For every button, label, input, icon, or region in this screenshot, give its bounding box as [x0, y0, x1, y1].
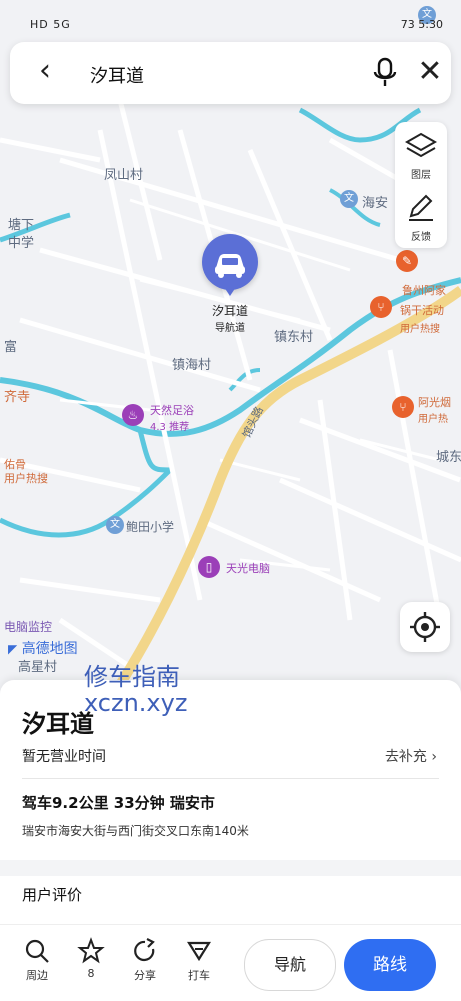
watermark-line2: xczn.xyz: [84, 689, 188, 717]
opening-hours: 暂无营业时间: [22, 749, 106, 765]
watermark: 修车指南 xczn.xyz: [84, 664, 187, 716]
destination-pin[interactable]: [202, 234, 258, 296]
microphone-icon[interactable]: [370, 56, 400, 90]
layers-button[interactable]: 图层: [395, 126, 447, 186]
poi-label-food1-sub: 用户热搜: [400, 324, 440, 335]
pin-label: 汐耳道 导航道: [200, 302, 260, 338]
map-label-gaoxing: 高星村: [18, 660, 58, 675]
map-tools-panel: 图层 反馈: [395, 122, 447, 248]
poi-label-footbath-sub: 4.3 推荐: [150, 422, 190, 433]
map-label-school: 中学: [8, 236, 35, 251]
add-info-label: 去补充: [384, 749, 427, 765]
chevron-right-icon: ›: [431, 749, 437, 765]
map-label-left-edge: 富: [4, 340, 18, 355]
amap-logo: ◤ 高德地图: [8, 638, 78, 658]
taxi-label: 打车: [188, 969, 210, 982]
pin-name: 汐耳道: [211, 304, 248, 318]
amap-logo-text: 高德地图: [21, 641, 78, 657]
navigate-button[interactable]: 导航: [244, 939, 336, 991]
map-label-left-edge2: 齐寺: [4, 390, 31, 405]
search-query[interactable]: 汐耳道: [90, 62, 144, 88]
poi-label-food1: 鲁州阿家: [402, 284, 446, 297]
status-right: 73 5:30: [400, 18, 443, 31]
poi-label-tianguang: 天光电脑: [226, 562, 270, 575]
route-button[interactable]: 路线: [344, 939, 436, 991]
nearby-button[interactable]: 周边: [12, 937, 62, 983]
search-bar[interactable]: ‹ 汐耳道 ✕: [10, 42, 451, 104]
watermark-line1: 修车指南: [84, 663, 180, 691]
map-label-shop: 电脑监控: [4, 620, 53, 634]
footbath-poi-icon[interactable]: ♨: [122, 404, 144, 426]
map-label-chengdong: 城东: [436, 450, 461, 465]
computer-poi-icon[interactable]: ▯: [198, 556, 220, 578]
taxi-icon: [187, 941, 211, 962]
place-address: 瑞安市海安大街与西门街交叉口东南140米: [22, 824, 249, 838]
layers-icon: [404, 132, 438, 158]
close-icon[interactable]: ✕: [412, 54, 448, 90]
poi-label-food3: 锅干活动: [400, 304, 444, 317]
food-poi-icon[interactable]: ⑂: [392, 396, 414, 418]
divider: [22, 778, 439, 779]
feedback-button[interactable]: 反馈: [395, 188, 447, 248]
car-icon: [215, 254, 245, 278]
layers-label: 图层: [411, 170, 431, 181]
school-icon[interactable]: 文: [106, 516, 124, 534]
reviews-heading: 用户评价: [22, 886, 83, 904]
taxi-button[interactable]: 打车: [174, 937, 224, 983]
map-canvas[interactable]: 凤山村 塘下 中学 富 齐寺 镇东村 镇海村 海安 馆头路 城东 佑骨 用户热搜…: [0, 0, 461, 700]
share-label: 分享: [134, 969, 156, 982]
edit-icon: [409, 194, 433, 221]
map-label-tangxia: 塘下: [8, 218, 35, 233]
map-label-school2: 鲍田小学: [126, 520, 175, 534]
favorite-count: 8: [87, 967, 95, 980]
map-label-fengshan: 凤山村: [104, 168, 144, 183]
pin-sub: 导航道: [215, 323, 245, 334]
nearby-label: 周边: [26, 969, 48, 982]
map-roads: [0, 99, 461, 700]
poi-label-food2-sub: 用户热: [418, 414, 448, 425]
poi-label-food2: 阿光烟: [418, 396, 451, 409]
share-button[interactable]: 分享: [120, 937, 170, 983]
search-icon: [25, 939, 49, 963]
drive-summary: 驾车9.2公里 33分钟 瑞安市: [22, 794, 215, 812]
bottom-action-bar: 周边 8 分享 打车 导航 路线: [0, 924, 461, 1001]
map-label-zhendong: 镇东村: [274, 330, 314, 345]
food-poi-icon[interactable]: ⑂: [370, 296, 392, 318]
locate-button[interactable]: [400, 602, 450, 652]
status-bar: HD 5G 73 5:30: [0, 0, 461, 46]
map-label-haian: 海安: [362, 196, 389, 211]
status-left: HD 5G: [30, 18, 71, 31]
back-icon[interactable]: ‹: [28, 56, 62, 90]
star-icon: [77, 937, 105, 964]
map-label-leftmid2: 用户热搜: [4, 472, 48, 485]
map-label-zhenhai: 镇海村: [172, 358, 212, 373]
share-icon: [134, 938, 155, 962]
favorite-button[interactable]: 8: [66, 937, 116, 980]
school-icon[interactable]: 文: [340, 190, 358, 208]
locate-icon: [410, 612, 440, 642]
section-gap: [0, 860, 461, 876]
add-info-link[interactable]: 去补充 ›: [385, 746, 437, 766]
feedback-label: 反馈: [411, 232, 431, 243]
food-poi-icon[interactable]: ✎: [396, 250, 418, 272]
poi-label-footbath: 天然足浴: [150, 404, 194, 417]
logo-arrow-icon: ◤: [8, 642, 18, 656]
